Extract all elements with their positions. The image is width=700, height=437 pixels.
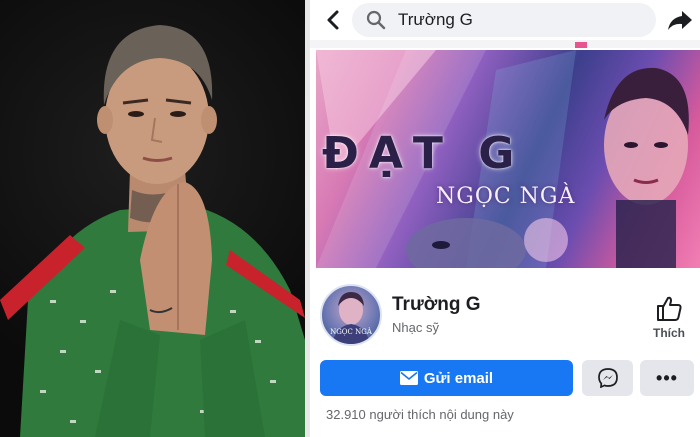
cover-accent-mark <box>575 42 587 48</box>
share-icon <box>668 11 692 30</box>
page-name[interactable]: Trường G <box>392 294 481 316</box>
messenger-button[interactable] <box>582 360 633 396</box>
search-input[interactable]: Trường G <box>352 3 656 37</box>
facebook-page-screenshot: Trường G ĐẠT G NGỌC NGÀ NGỌC NGÀ Trường … <box>310 0 700 437</box>
like-label: Thích <box>653 326 685 340</box>
send-email-label: Gửi email <box>423 369 494 387</box>
artist-photo-illustration <box>0 25 305 437</box>
search-icon <box>366 10 386 30</box>
cover-top-strip <box>310 40 700 48</box>
messenger-icon <box>597 368 618 388</box>
more-button[interactable]: ••• <box>640 360 694 396</box>
likes-count: 32.910 người thích nội dung này <box>326 407 514 422</box>
page-category: Nhạc sỹ <box>392 320 439 335</box>
cover-photo[interactable]: ĐẠT G NGỌC NGÀ <box>316 50 700 268</box>
envelope-icon <box>399 371 418 385</box>
back-button[interactable] <box>320 6 346 34</box>
avatar-caption: NGỌC NGÀ <box>330 328 372 336</box>
like-button[interactable]: Thích <box>644 294 694 344</box>
send-email-button[interactable]: Gửi email <box>320 360 573 396</box>
share-button[interactable] <box>666 6 694 34</box>
thumbs-up-icon <box>657 296 682 321</box>
back-arrow-icon <box>327 10 339 30</box>
artist-photo <box>0 0 305 437</box>
more-icon: ••• <box>656 367 678 388</box>
cover-subtitle: NGỌC NGÀ <box>436 184 576 209</box>
search-query: Trường G <box>398 10 473 29</box>
avatar[interactable]: NGỌC NGÀ <box>320 284 382 346</box>
top-bar: Trường G <box>310 0 700 40</box>
cover-title: ĐẠT G <box>322 128 525 179</box>
